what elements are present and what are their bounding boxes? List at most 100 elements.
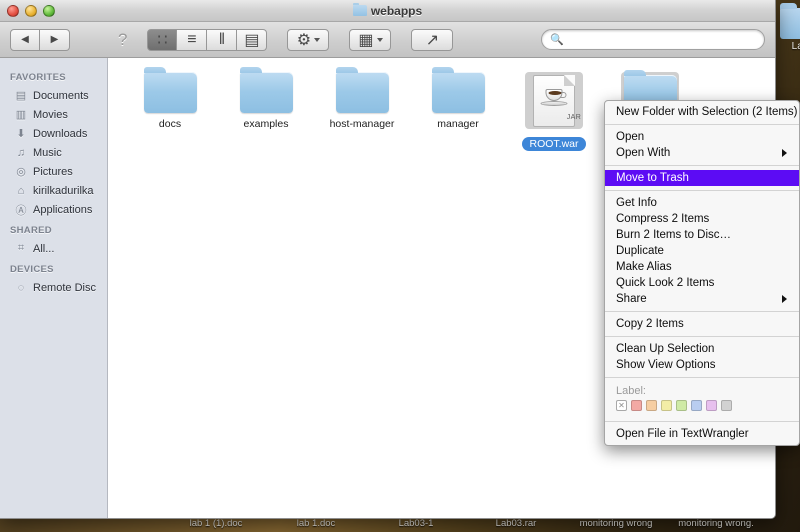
label-swatch-none[interactable]: ✕ — [616, 400, 627, 411]
desktop-item[interactable]: monitoring wrong — [566, 518, 666, 532]
downloads-icon: ⬇ — [16, 128, 26, 140]
sidebar: FAVORITES ▤ Documents ▥ Movies ⬇ Downloa… — [0, 58, 108, 518]
label-section: Label: ✕ — [605, 382, 799, 417]
menu-separator — [605, 311, 799, 312]
forward-button[interactable]: ▶ — [40, 28, 70, 51]
jar-file-icon: JAR — [533, 75, 581, 127]
menu-item-get-info[interactable]: Get Info — [605, 195, 799, 211]
pictures-icon: ◎ — [16, 166, 26, 178]
window-title-text: webapps — [370, 3, 423, 18]
file-item-host-manager[interactable]: host-manager — [314, 67, 410, 152]
search-field[interactable]: 🔍 — [541, 29, 765, 50]
close-button[interactable] — [7, 5, 19, 17]
documents-icon: ▤ — [15, 90, 27, 102]
navigation-buttons: ◀ ▶ — [10, 28, 70, 51]
list-view-button[interactable]: ≡ — [177, 28, 208, 51]
sidebar-item-applications[interactable]: Ⓐ Applications — [0, 200, 107, 219]
action-menu-button[interactable]: ⚙ — [287, 28, 330, 51]
menu-item-new-folder-with-selection[interactable]: New Folder with Selection (2 Items) — [605, 104, 799, 120]
label-swatch-green[interactable] — [676, 400, 687, 411]
arrange-menu-button[interactable]: ▦ — [349, 28, 392, 51]
sidebar-item-documents[interactable]: ▤ Documents — [0, 86, 107, 105]
chevron-down-icon — [314, 37, 321, 42]
menu-item-make-alias[interactable]: Make Alias — [605, 259, 799, 275]
minimize-button[interactable] — [25, 5, 37, 17]
coffee-cup-icon — [545, 89, 567, 101]
saucer-icon — [540, 101, 568, 106]
window-title: webapps — [352, 3, 423, 18]
sidebar-item-movies[interactable]: ▥ Movies — [0, 105, 107, 124]
label-swatch-blue[interactable] — [691, 400, 702, 411]
zoom-button[interactable] — [43, 5, 55, 17]
label-section-title: Label: — [616, 385, 646, 397]
menu-item-clean-up-selection[interactable]: Clean Up Selection — [605, 341, 799, 357]
jar-badge-text: JAR — [566, 114, 582, 121]
back-button[interactable]: ◀ — [10, 28, 40, 51]
file-name: examples — [243, 118, 289, 130]
menu-item-open-with[interactable]: Open With — [605, 145, 799, 161]
sidebar-item-label: Remote Disc — [33, 281, 96, 294]
sidebar-item-pictures[interactable]: ◎ Pictures — [0, 162, 107, 181]
sidebar-item-label: Documents — [33, 89, 89, 102]
sidebar-item-label: Downloads — [33, 127, 88, 140]
menu-separator — [605, 336, 799, 337]
file-name: manager — [437, 118, 479, 130]
menu-item-share[interactable]: Share — [605, 291, 799, 307]
menu-item-open[interactable]: Open — [605, 129, 799, 145]
window-controls — [7, 5, 55, 17]
file-item-docs[interactable]: docs — [122, 67, 218, 152]
finder-toolbar: ◀ ▶ ? ∷ ≡ ‖ ▤ ⚙ ▦ ↗ 🔍 — [0, 22, 775, 58]
sidebar-item-downloads[interactable]: ⬇ Downloads — [0, 124, 107, 143]
desktop-item[interactable]: Lab03.rar — [466, 518, 566, 532]
icon-wrap — [314, 67, 410, 113]
page-corner-icon — [564, 75, 575, 86]
network-icon: ⌗ — [17, 242, 25, 254]
desktop-folder-lab[interactable]: Lab — [778, 3, 800, 52]
coverflow-view-button[interactable]: ▤ — [237, 28, 268, 51]
sidebar-item-home[interactable]: ⌂ kirilkadurilka — [0, 181, 107, 200]
menu-item-label: Share — [616, 293, 647, 305]
icon-wrap — [218, 67, 314, 113]
search-input[interactable] — [568, 33, 756, 46]
menu-separator — [605, 124, 799, 125]
menu-item-show-view-options[interactable]: Show View Options — [605, 357, 799, 373]
icon-view-button[interactable]: ∷ — [147, 28, 178, 51]
icon-wrap — [122, 67, 218, 113]
menu-item-burn-to-disc[interactable]: Burn 2 Items to Disc… — [605, 227, 799, 243]
desktop-item[interactable]: lab 1.doc — [266, 518, 366, 532]
sidebar-item-all[interactable]: ⌗ All... — [0, 239, 107, 258]
context-menu[interactable]: New Folder with Selection (2 Items) Open… — [604, 100, 800, 446]
help-icon[interactable]: ? — [118, 30, 127, 50]
label-swatch-red[interactable] — [631, 400, 642, 411]
label-swatch-yellow[interactable] — [661, 400, 672, 411]
desktop-item[interactable]: lab 1 (1).doc — [166, 518, 266, 532]
desktop-item[interactable]: monitoring wrong. — [666, 518, 766, 532]
sidebar-item-music[interactable]: ♫ Music — [0, 143, 107, 162]
menu-item-compress[interactable]: Compress 2 Items — [605, 211, 799, 227]
column-view-button[interactable]: ‖ — [207, 28, 238, 51]
file-item-root-war[interactable]: JAR ROOT.war — [506, 72, 602, 152]
sidebar-item-remote-disc[interactable]: ◌ Remote Disc — [0, 278, 107, 297]
file-item-manager[interactable]: manager — [410, 67, 506, 152]
sidebar-item-label: kirilkadurilka — [33, 184, 94, 197]
file-item-examples[interactable]: examples — [218, 67, 314, 152]
desktop-item[interactable]: Lab03-1 — [366, 518, 466, 532]
menu-item-open-in-textwrangler[interactable]: Open File in TextWrangler — [605, 426, 799, 442]
desktop-folder-label: Lab — [791, 41, 800, 52]
label-swatch-purple[interactable] — [706, 400, 717, 411]
file-name: docs — [158, 118, 182, 130]
label-swatch-gray[interactable] — [721, 400, 732, 411]
menu-item-quick-look[interactable]: Quick Look 2 Items — [605, 275, 799, 291]
submenu-arrow-icon — [782, 149, 787, 157]
gear-icon: ⚙ — [296, 31, 312, 49]
menu-item-copy[interactable]: Copy 2 Items — [605, 316, 799, 332]
label-swatch-orange[interactable] — [646, 400, 657, 411]
share-button[interactable]: ↗ — [411, 28, 454, 51]
icon-wrap — [410, 67, 506, 113]
sidebar-section-favorites: FAVORITES — [10, 72, 66, 83]
file-name: host-manager — [329, 118, 395, 130]
window-titlebar[interactable]: webapps — [0, 0, 775, 22]
menu-item-duplicate[interactable]: Duplicate — [605, 243, 799, 259]
menu-item-move-to-trash[interactable]: Move to Trash — [605, 170, 799, 186]
sidebar-item-label: Pictures — [33, 165, 73, 178]
